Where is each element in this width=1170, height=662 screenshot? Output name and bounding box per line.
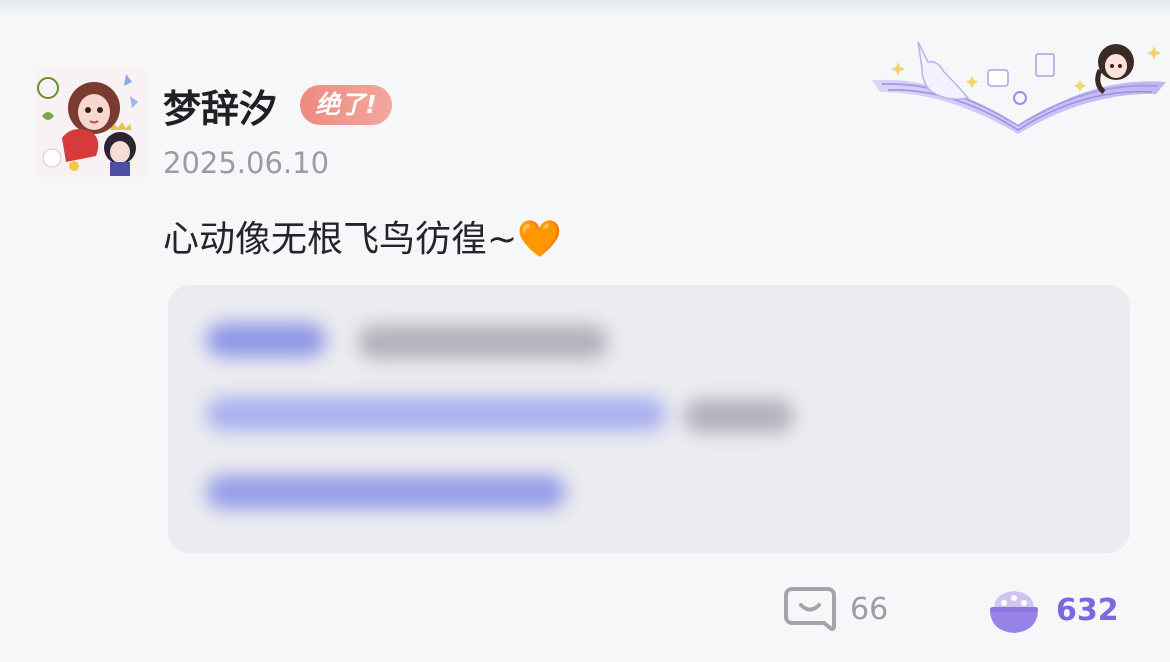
status-badge: 绝了! <box>300 85 392 125</box>
comment-icon <box>784 587 836 631</box>
like-button[interactable]: 632 <box>986 585 1119 635</box>
blurred-text <box>358 325 608 359</box>
blurred-text <box>206 475 566 509</box>
blurred-text <box>206 323 326 357</box>
post-card: 梦辞汐 绝了! 2025.06.10 心动像无根飞鸟彷徨~🧡 66 632 <box>0 0 1170 662</box>
blurred-text <box>206 397 666 431</box>
avatar[interactable] <box>34 66 148 178</box>
orange-heart-emoji: 🧡 <box>517 219 562 260</box>
post-text-content: 心动像无根飞鸟彷徨~ <box>163 219 518 260</box>
username[interactable]: 梦辞汐 <box>163 78 277 133</box>
comment-button[interactable]: 66 <box>784 585 888 633</box>
comment-count: 66 <box>850 591 889 627</box>
rice-bowl-icon <box>990 591 1038 633</box>
blurred-text <box>684 399 794 433</box>
quoted-post-blurred[interactable] <box>168 285 1130 553</box>
book-illustration-icon <box>872 41 1166 134</box>
post-text: 心动像无根飞鸟彷徨~🧡 <box>163 210 562 262</box>
like-count: 632 <box>1056 592 1119 628</box>
post-date: 2025.06.10 <box>163 146 330 180</box>
